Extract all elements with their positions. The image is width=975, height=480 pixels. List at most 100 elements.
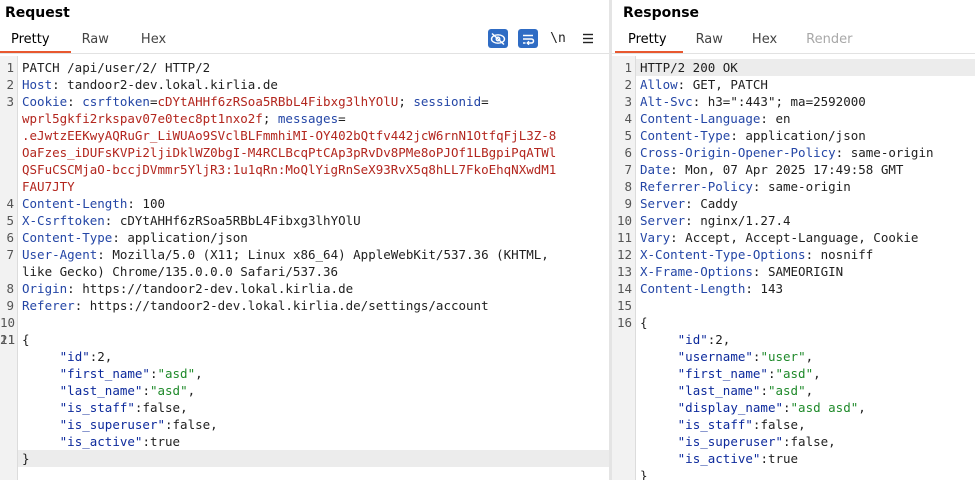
request-line-gutter: 1 2 3 4 5 6 7 8 9 10 11 21: [0, 56, 18, 480]
line-number: 6: [6, 230, 14, 245]
header-key: Server: [640, 213, 686, 228]
request-code[interactable]: PATCH /api/user/2/ HTTP/2 Host: tandoor2…: [18, 56, 609, 480]
json-key: "last_name": [677, 383, 761, 398]
line-number: 8: [6, 281, 14, 296]
json-value: "asd": [775, 366, 814, 381]
json-close-brace: }: [18, 450, 609, 467]
cookie-wrap-line: QSFuCSCMjaO-bccjDVmmr5YljR3:1u1qRn:MoQlY…: [22, 161, 609, 178]
header-value: Mon, 07 Apr 2025 17:49:58 GMT: [677, 162, 904, 177]
line-number: 2: [624, 77, 632, 92]
json-row: "last_name":"asd",: [677, 383, 814, 398]
cookie-wrap-line: FAU7JTY: [22, 178, 609, 195]
line-number: 3: [6, 94, 14, 109]
header-key: X-Frame-Options: [640, 264, 753, 279]
line-number: 9: [624, 196, 632, 211]
response-header: Server: Caddy: [640, 196, 738, 211]
header-key: Content-Type: [640, 128, 731, 143]
header-value: Caddy: [692, 196, 738, 211]
json-value: "asd": [767, 383, 806, 398]
line-number: 12: [616, 247, 632, 262]
user-agent-wrap-line: like Gecko) Chrome/135.0.0.0 Safari/537.…: [22, 263, 609, 280]
json-punct: ,: [813, 366, 821, 381]
header-key: Cross-Origin-Opener-Policy: [640, 145, 836, 160]
json-key: "last_name": [59, 383, 143, 398]
json-key: "first_name": [59, 366, 150, 381]
line-number: 1: [624, 60, 632, 75]
response-editor[interactable]: 1 2 3 4 5 6 7 8 9 10 11 12 13 14 15 16 HTTP/2 200 OK Al…: [612, 56, 975, 480]
request-tabs: Pretty Raw Hex: [0, 29, 187, 53]
response-header: Date: Mon, 07 Apr 2025 17:49:58 GMT: [640, 162, 904, 177]
json-key: "display_name": [677, 400, 783, 415]
response-header: Allow: GET, PATCH: [640, 77, 768, 92]
response-header: Cross-Origin-Opener-Policy: same-origin: [640, 145, 934, 160]
response-header: Referrer-Policy: same-origin: [640, 179, 851, 194]
header-value: 100: [134, 196, 165, 211]
request-title: Request: [5, 5, 70, 21]
request-editor[interactable]: 1 2 3 4 5 6 7 8 9 10 11 21 PATCH /api/us…: [0, 56, 609, 480]
header-value: https://tandoor2-dev.lokal.kirlia.de/set…: [82, 298, 489, 313]
response-tab-hex[interactable]: Hex: [739, 29, 793, 53]
json-key: "id": [677, 332, 708, 347]
line-number: 10: [616, 213, 632, 228]
response-tab-pretty[interactable]: Pretty: [615, 29, 683, 53]
request-tab-pretty[interactable]: Pretty: [0, 29, 71, 53]
line-number: 7: [624, 162, 632, 177]
line-number: 9: [6, 298, 14, 313]
json-row: "last_name":"asd",: [59, 383, 196, 398]
cookie-value: wprl5gkfi2rkspav07e0tec8pt1nxo2f: [22, 111, 263, 126]
line-number: 8: [624, 179, 632, 194]
header-value: application/json: [737, 128, 866, 143]
response-header: Content-Length: 143: [640, 281, 783, 296]
response-tab-raw[interactable]: Raw: [683, 29, 739, 53]
json-key: "id": [59, 349, 90, 364]
json-value: "asd asd": [790, 400, 859, 415]
line-number: 5: [624, 128, 632, 143]
response-code[interactable]: HTTP/2 200 OK Allow: GET, PATCH Alt-Svc: …: [636, 56, 975, 480]
cookie-name: csrftoken: [82, 94, 150, 109]
newline-toggle-icon[interactable]: \n: [548, 29, 568, 48]
json-punct: ,: [858, 400, 866, 415]
header-value: cDYtAHHf6zRSoa5RBbL4Fibxg3lhYOlU: [112, 213, 361, 228]
json-key: "is_superuser": [677, 434, 783, 449]
json-value: 2,: [715, 332, 731, 347]
json-key: "is_active": [677, 451, 761, 466]
header-key: X-Csrftoken: [22, 213, 105, 228]
request-header-referer: Referer: https://tandoor2-dev.lokal.kirl…: [22, 298, 489, 313]
header-key: Allow: [640, 77, 678, 92]
header-value: tandoor2-dev.lokal.kirlia.de: [59, 77, 278, 92]
json-key: "is_staff": [59, 400, 135, 415]
cookie-name: messages: [277, 111, 339, 126]
response-tab-render: Render: [806, 32, 853, 47]
json-value: "asd": [149, 383, 188, 398]
response-header: Content-Type: application/json: [640, 128, 866, 143]
eye-off-icon[interactable]: [488, 29, 508, 48]
menu-icon[interactable]: [578, 29, 598, 48]
cookie-wrap-line: OaFzes_iDUFsKVPi2ljiDklWZ0bgI-M4RCLBcqPt…: [22, 144, 609, 161]
request-tab-hex[interactable]: Hex: [130, 29, 187, 53]
request-line: PATCH /api/user/2/ HTTP/2: [22, 59, 609, 76]
line-number: 13: [616, 264, 632, 279]
response-header: Server: nginx/1.27.4: [640, 213, 791, 228]
word-wrap-icon[interactable]: [518, 29, 538, 48]
header-key: Host: [22, 77, 53, 92]
request-header-host: Host: tandoor2-dev.lokal.kirlia.de: [22, 77, 278, 92]
json-row: "username":"user",: [677, 349, 814, 364]
header-value: 143: [752, 281, 783, 296]
header-value: nosniff: [813, 247, 874, 262]
header-key: Content-Type: [22, 230, 113, 245]
json-row: "is_active":true: [59, 434, 181, 449]
line-number: 4: [624, 111, 632, 126]
line-number: 14: [616, 281, 632, 296]
request-header-csrf: X-Csrftoken: cDYtAHHf6zRSoa5RBbL4Fibxg3l…: [22, 213, 361, 228]
request-tab-raw[interactable]: Raw: [71, 29, 130, 53]
header-key: X-Content-Type-Options: [640, 247, 806, 262]
request-toolbar: \n: [488, 29, 598, 48]
header-key: Referer: [22, 298, 75, 313]
json-punct: ,: [805, 383, 814, 398]
json-value: false,: [172, 417, 218, 432]
json-value: false,: [790, 434, 836, 449]
json-key: "first_name": [677, 366, 768, 381]
header-value: SAMEORIGIN: [760, 264, 844, 279]
json-row: "is_superuser":false,: [59, 417, 218, 432]
header-key: Referrer-Policy: [640, 179, 753, 194]
